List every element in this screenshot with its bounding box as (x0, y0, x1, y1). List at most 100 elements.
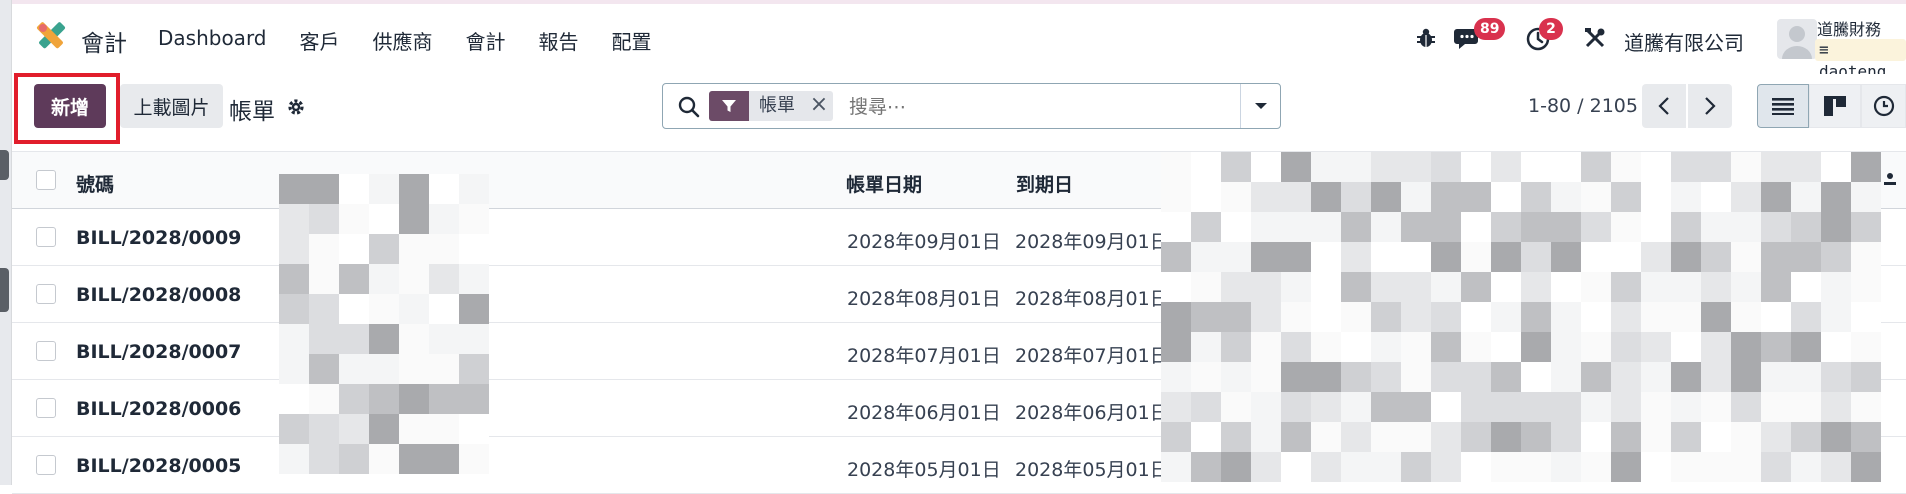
row-checkbox[interactable] (36, 227, 56, 247)
redaction-pixel (1371, 392, 1401, 422)
redaction-pixel (1251, 182, 1281, 212)
tools-icon[interactable] (1584, 27, 1606, 49)
redaction-pixel (1851, 422, 1881, 452)
redaction-pixel (1311, 242, 1341, 272)
activity-view-button[interactable] (1861, 84, 1906, 128)
redaction-pixel (1221, 272, 1251, 302)
accounting-app-logo-icon[interactable] (34, 20, 68, 54)
redaction-pixel (369, 294, 399, 324)
redaction-pixel (1251, 152, 1281, 182)
redaction-pixel (1461, 152, 1491, 182)
pager-previous-button[interactable] (1642, 84, 1686, 128)
gear-icon[interactable] (286, 97, 306, 117)
redaction-pixel (1161, 272, 1191, 302)
redaction-pixel (1221, 422, 1251, 452)
due-date: 2028年06月01日 (1015, 402, 1169, 424)
redaction-pixel (1191, 302, 1221, 332)
redaction-pixel (399, 324, 429, 354)
redaction-pixel (459, 324, 489, 354)
redaction-pixel (1431, 272, 1461, 302)
row-checkbox[interactable] (36, 341, 56, 361)
redaction-pixel (1401, 392, 1431, 422)
column-header-bill-date[interactable]: 帳單日期 (846, 170, 922, 197)
redaction-pixel (309, 354, 339, 384)
pager-value[interactable]: 1-80 / 2105 (1528, 95, 1638, 117)
menu-item-customers[interactable]: 客戶 (300, 26, 340, 55)
redaction-pixel (309, 234, 339, 264)
pager-next-button[interactable] (1688, 84, 1732, 128)
redaction-pixel (1191, 212, 1221, 242)
redaction-pixel (1161, 302, 1191, 332)
redaction-pixel (429, 234, 459, 264)
activities-count-badge: 2 (1539, 18, 1563, 40)
redaction-pixel (459, 414, 489, 444)
redaction-pixel (1671, 392, 1701, 422)
redaction-pixel (1611, 362, 1641, 392)
redaction-pixel (1491, 152, 1521, 182)
list-view-button[interactable] (1757, 84, 1809, 128)
breadcrumb-title: 帳單 (229, 99, 275, 125)
user-name[interactable]: 道騰財務 (1817, 16, 1881, 40)
search-options-toggle[interactable] (1240, 84, 1280, 128)
search-input[interactable] (849, 93, 1229, 121)
redaction-pixel (1281, 452, 1311, 482)
user-avatar[interactable] (1777, 19, 1817, 59)
redaction-pixel (1221, 212, 1251, 242)
redaction-pixel (309, 384, 339, 414)
redaction-pixel (1341, 362, 1371, 392)
redaction-pixel (1701, 182, 1731, 212)
row-checkbox[interactable] (36, 284, 56, 304)
kanban-view-button[interactable] (1809, 84, 1861, 128)
menu-item-accounting[interactable]: 會計 (466, 26, 506, 55)
company-switcher[interactable]: 道騰有限公司 (1624, 27, 1744, 56)
redaction-pixel (1611, 212, 1641, 242)
bill-date: 2028年06月01日 (847, 402, 1001, 424)
redaction-pixel (1701, 392, 1731, 422)
redaction-pixel (1731, 362, 1761, 392)
column-header-due-date[interactable]: 到期日 (1016, 170, 1073, 197)
column-header-number[interactable]: 號碼 (76, 170, 114, 197)
redaction-pixel (1851, 182, 1881, 212)
redaction-pixel (1371, 182, 1401, 212)
redaction-pixel (1341, 422, 1371, 452)
menu-item-dashboard[interactable]: Dashboard (158, 26, 267, 55)
redaction-pixel (1401, 152, 1431, 182)
redaction-pixel (1251, 392, 1281, 422)
remove-facet-icon[interactable]: × (805, 91, 833, 121)
redaction-pixel (1251, 422, 1281, 452)
search-icon[interactable] (677, 95, 701, 119)
redaction-pixel (279, 294, 309, 324)
redaction-pixel (1731, 272, 1761, 302)
redaction-pixel (1761, 392, 1791, 422)
menu-item-vendors[interactable]: 供應商 (373, 26, 433, 55)
optional-columns-icon[interactable] (1882, 170, 1902, 190)
redaction-pixel (1701, 362, 1731, 392)
redaction-pixel (1821, 152, 1851, 182)
row-checkbox[interactable] (36, 455, 56, 475)
redaction-pixel (1431, 332, 1461, 362)
bill-number: BILL/2028/0008 (76, 284, 242, 306)
select-all-checkbox[interactable] (36, 170, 56, 190)
redaction-pixel (1671, 152, 1701, 182)
redaction-pixel (1251, 302, 1281, 332)
redaction-pixel (369, 264, 399, 294)
bill-date: 2028年07月01日 (847, 345, 1001, 367)
redaction-pixel (1431, 422, 1461, 452)
menu-item-reporting[interactable]: 報告 (539, 26, 579, 55)
redaction-pixel (339, 414, 369, 444)
bug-icon[interactable] (1416, 27, 1436, 49)
redaction-pixel (1371, 242, 1401, 272)
upload-button[interactable]: 上載圖片 (120, 84, 223, 128)
redaction-pixel (1311, 452, 1341, 482)
row-checkbox[interactable] (36, 398, 56, 418)
messages-count-badge: 89 (1474, 18, 1506, 40)
redaction-pixel (1791, 212, 1821, 242)
app-name[interactable]: 會計 (81, 24, 127, 58)
redaction-pixel (1341, 242, 1371, 272)
redaction-pixel (1551, 452, 1581, 482)
redaction-pixel (1311, 332, 1341, 362)
redaction-pixel (399, 354, 429, 384)
redaction-pixel (309, 444, 339, 474)
menu-item-configuration[interactable]: 配置 (612, 26, 652, 55)
redaction-pixel (369, 324, 399, 354)
